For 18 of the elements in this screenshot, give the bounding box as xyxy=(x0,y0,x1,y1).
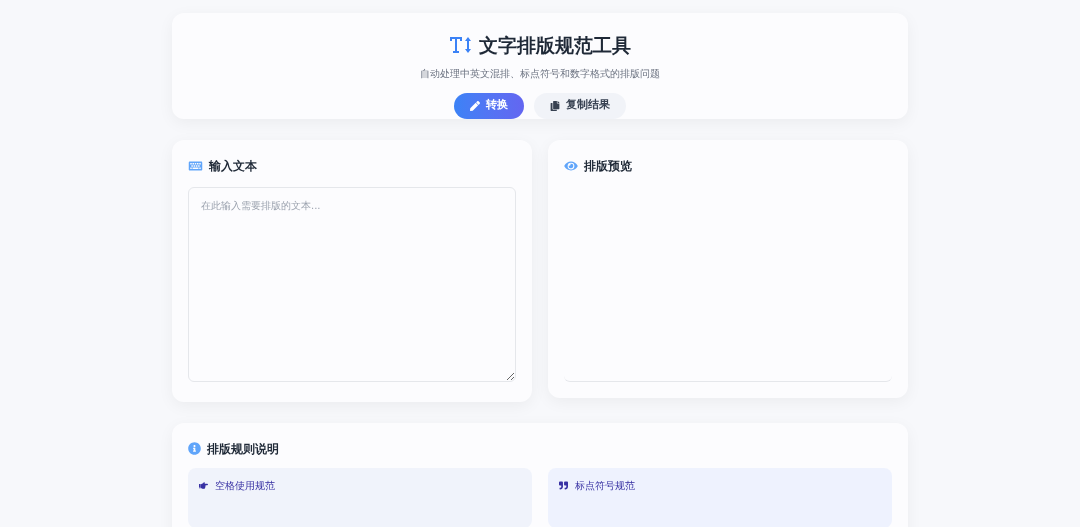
app-subtitle: 自动处理中英文混排、标点符号和数字格式的排版问题 xyxy=(420,66,660,81)
eye-icon xyxy=(564,159,578,172)
text-height-icon xyxy=(449,36,473,55)
pencil-icon xyxy=(470,100,480,111)
quote-icon xyxy=(558,480,569,490)
rule-title: 空格使用规范 xyxy=(215,478,275,493)
section-title: 排版规则说明 xyxy=(207,440,279,458)
panel-title: 输入文本 xyxy=(209,157,257,175)
keyboard-icon xyxy=(188,159,203,172)
input-field[interactable]: 在此输入需要排版的文本... xyxy=(188,186,516,382)
pointing-hand-icon xyxy=(198,480,209,490)
info-icon xyxy=(188,442,201,455)
panel-title: 排版预览 xyxy=(584,157,632,175)
app-title: 文字排版规范工具 xyxy=(479,33,631,58)
convert-button[interactable]: 转换 xyxy=(454,92,524,119)
copy-icon xyxy=(550,100,560,111)
copy-button[interactable]: 复制结果 xyxy=(534,92,626,119)
rule-title: 标点符号规范 xyxy=(575,478,635,493)
